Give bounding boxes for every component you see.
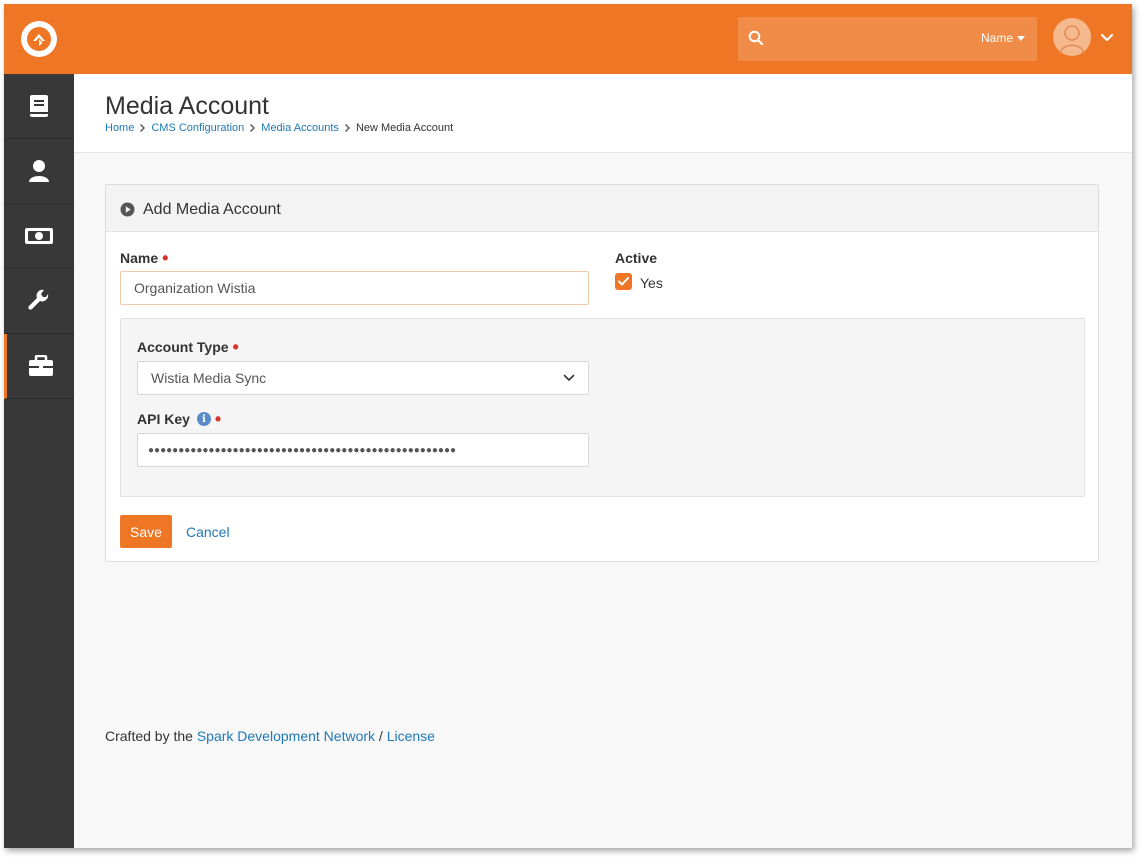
chevron-right-icon	[344, 124, 350, 132]
sidebar	[4, 74, 74, 848]
sidebar-item-people[interactable]	[4, 139, 74, 204]
search-scope-dropdown[interactable]: Name	[981, 31, 1025, 45]
top-bar: Name	[4, 4, 1132, 74]
api-key-value: ●●●●●●●●●●●●●●●●●●●●●●●●●●●●●●●●●●●●●●●●…	[148, 444, 457, 456]
account-type-label: Account Type •	[137, 337, 239, 357]
cancel-button[interactable]: Cancel	[186, 524, 230, 540]
required-indicator: •	[162, 248, 169, 268]
rock-logo-icon[interactable]	[21, 21, 57, 57]
footer-separator: /	[378, 728, 383, 744]
account-type-value: Wistia Media Sync	[151, 370, 267, 386]
chevron-right-icon	[250, 124, 256, 132]
checkmark-icon	[618, 277, 629, 286]
panel-title: Add Media Account	[143, 201, 281, 218]
footer: Crafted by the Spark Development Network…	[105, 728, 435, 744]
chevron-right-icon	[140, 124, 146, 132]
chevron-down-icon	[563, 374, 575, 382]
panel-header: Add Media Account	[106, 185, 1098, 232]
search-scope-label: Name	[980, 31, 1013, 45]
sidebar-item-book[interactable]	[4, 74, 74, 139]
briefcase-icon	[28, 355, 53, 376]
spark-link[interactable]: Spark Development Network	[197, 728, 375, 744]
breadcrumb-media-accounts[interactable]: Media Accounts	[261, 122, 339, 134]
active-label-text: Active	[615, 250, 658, 266]
required-indicator: •	[214, 409, 222, 429]
search-icon	[748, 30, 764, 46]
sidebar-item-tools[interactable]	[4, 269, 74, 334]
breadcrumb: Home CMS Configuration Media Accounts Ne…	[105, 122, 453, 134]
book-icon	[30, 95, 48, 117]
sidebar-item-finance[interactable]	[4, 204, 74, 269]
account-settings-well: Account Type • Wistia Media Sync API Key…	[120, 318, 1085, 497]
api-key-field[interactable]: ●●●●●●●●●●●●●●●●●●●●●●●●●●●●●●●●●●●●●●●●…	[137, 433, 589, 467]
breadcrumb-cms-configuration[interactable]: CMS Configuration	[151, 122, 244, 134]
info-icon[interactable]: i	[196, 412, 211, 426]
breadcrumb-home[interactable]: Home	[105, 122, 134, 134]
media-account-panel: Add Media Account Name • Organization Wi…	[105, 184, 1099, 562]
caret-down-icon	[1017, 35, 1025, 41]
api-key-label-text: API Key	[137, 411, 190, 427]
chevron-down-icon[interactable]	[1099, 30, 1115, 46]
avatar[interactable]	[1053, 18, 1091, 56]
save-button[interactable]: Save	[120, 515, 172, 548]
account-type-label-text: Account Type	[137, 339, 229, 355]
breadcrumb-current: New Media Account	[355, 122, 454, 134]
name-label-text: Name	[120, 250, 159, 266]
license-link[interactable]: License	[387, 728, 435, 744]
account-type-select[interactable]: Wistia Media Sync	[137, 361, 589, 395]
footer-prefix: Crafted by the	[105, 728, 193, 744]
money-icon	[25, 228, 53, 244]
name-field[interactable]: Organization Wistia	[120, 271, 589, 305]
play-circle-icon	[120, 202, 135, 217]
api-key-label: API Key i •	[137, 409, 222, 429]
person-icon	[29, 160, 49, 182]
active-label: Active	[615, 250, 657, 266]
app-window: Name Media Account Home CMS Configuratio…	[4, 4, 1132, 848]
page-title: Media Account	[105, 92, 269, 120]
active-checkbox-label[interactable]: Yes	[640, 275, 663, 291]
active-checkbox[interactable]	[615, 273, 632, 290]
name-label: Name •	[120, 248, 169, 268]
name-field-value: Organization Wistia	[134, 280, 256, 296]
page-header: Media Account Home CMS Configuration Med…	[74, 74, 1132, 153]
search-box[interactable]: Name	[738, 17, 1037, 61]
wrench-icon	[28, 289, 49, 310]
required-indicator: •	[232, 337, 239, 357]
sidebar-item-admin[interactable]	[4, 334, 74, 399]
